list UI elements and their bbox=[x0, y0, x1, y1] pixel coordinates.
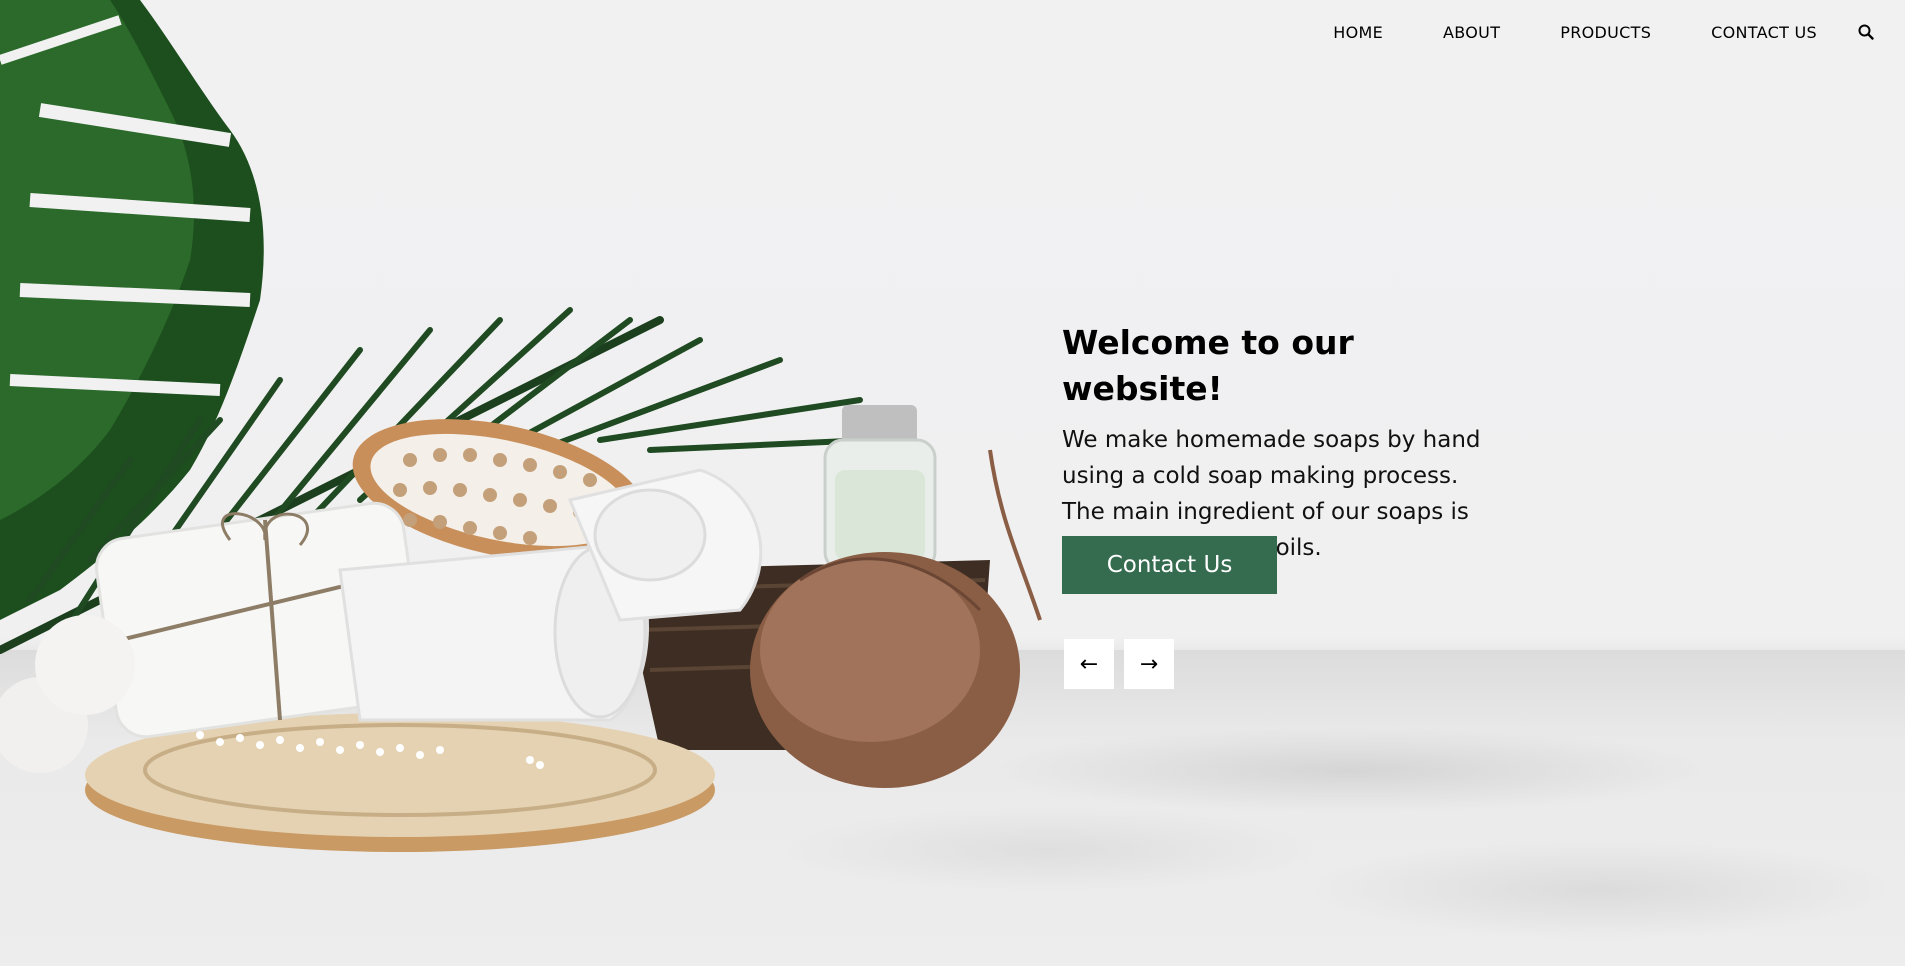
contact-us-button[interactable]: Contact Us bbox=[1062, 536, 1277, 594]
nav-products[interactable]: PRODUCTS bbox=[1560, 23, 1651, 42]
previous-slide-button[interactable]: ← bbox=[1064, 639, 1114, 689]
nav-home[interactable]: HOME bbox=[1333, 23, 1383, 42]
search-icon-glyph bbox=[1858, 24, 1874, 40]
main-nav: HOME ABOUT PRODUCTS CONTACT US bbox=[1333, 20, 1875, 44]
wooden-board bbox=[85, 713, 715, 852]
next-slide-button[interactable]: → bbox=[1124, 639, 1174, 689]
hero-content: Welcome to our website! We make homemade… bbox=[1062, 320, 1502, 566]
search-icon[interactable] bbox=[1857, 23, 1875, 41]
nav-about[interactable]: ABOUT bbox=[1443, 23, 1500, 42]
glass-jar bbox=[823, 405, 937, 572]
spa-products-image bbox=[0, 0, 1042, 852]
arrow-right-icon: → bbox=[1139, 651, 1159, 677]
hero-title: Welcome to our website! bbox=[1062, 323, 1354, 408]
arrow-left-icon: ← bbox=[1079, 651, 1099, 677]
nav-contact-us[interactable]: CONTACT US bbox=[1711, 23, 1817, 42]
hero-banner bbox=[0, 0, 1905, 966]
